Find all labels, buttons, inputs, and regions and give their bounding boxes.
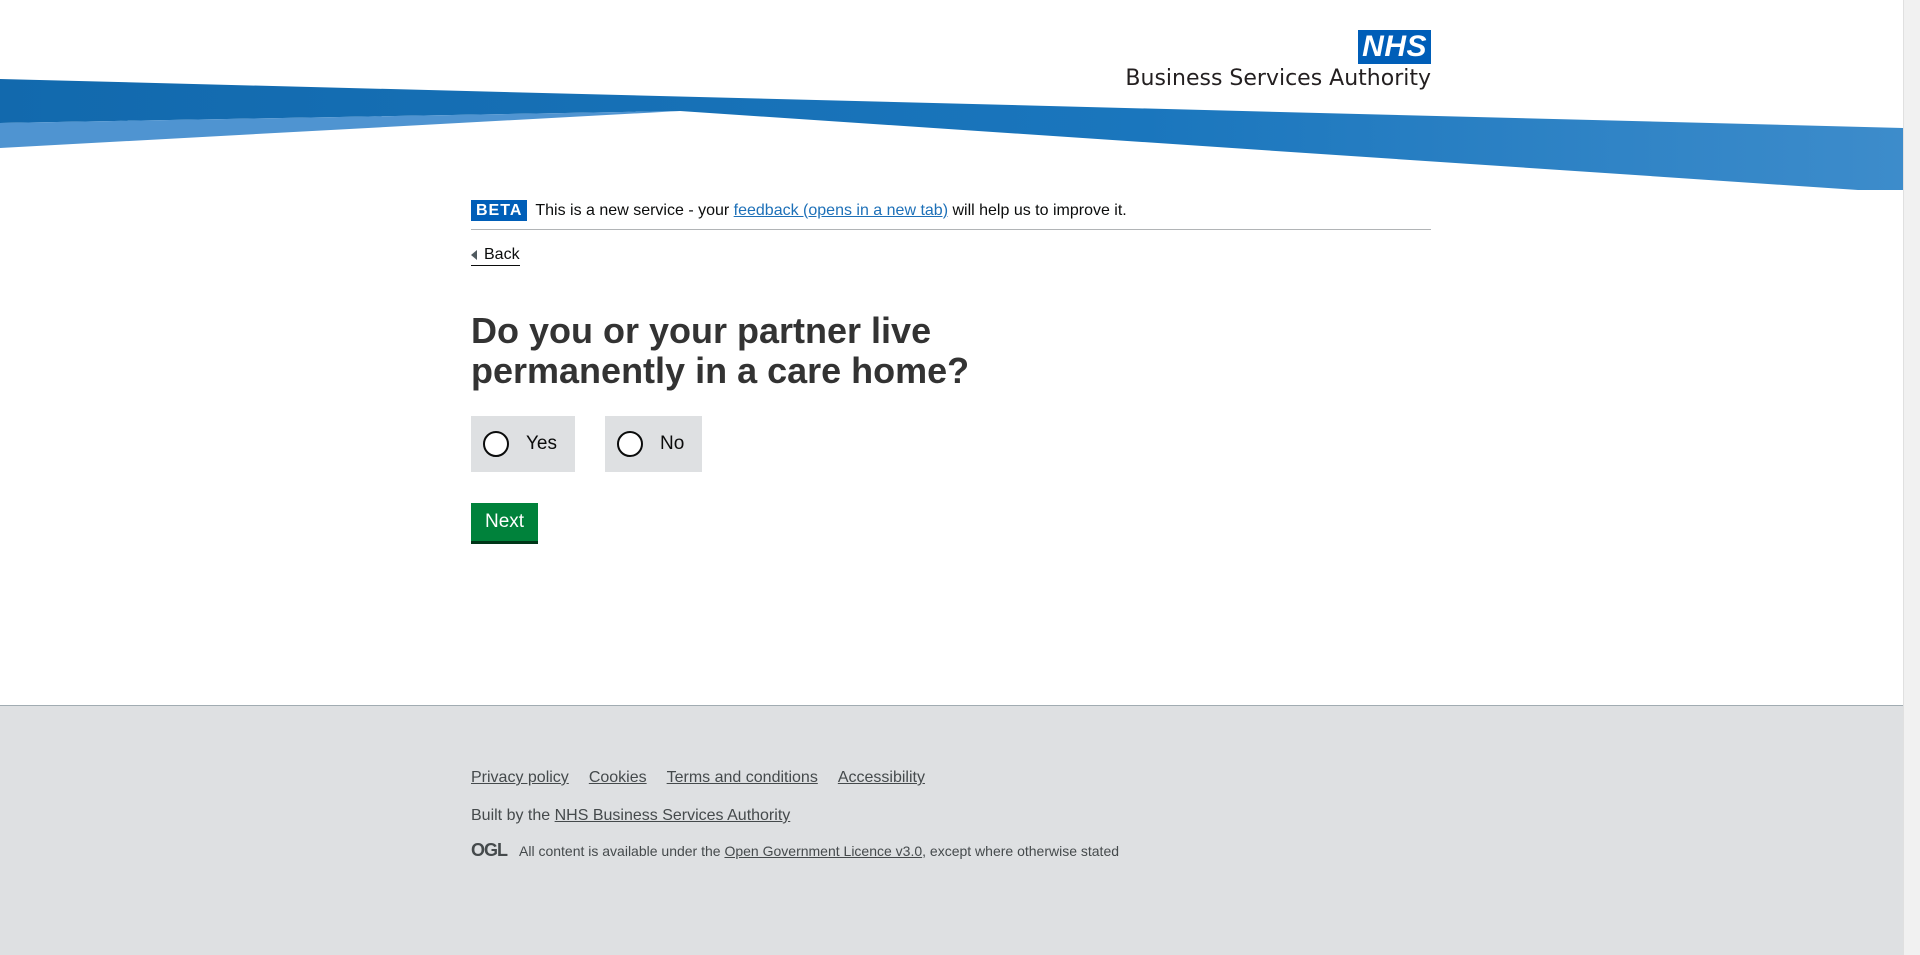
radio-group: Yes No xyxy=(471,416,1431,472)
radio-no[interactable]: No xyxy=(605,416,703,472)
ogl-licence-link[interactable]: Open Government Licence v3.0 xyxy=(724,843,922,859)
radio-label-yes: Yes xyxy=(526,433,557,454)
page-scrollbar[interactable] xyxy=(1903,0,1920,955)
site-header: NHS Business Services Authority xyxy=(0,0,1903,190)
footer-link-accessibility[interactable]: Accessibility xyxy=(838,769,925,787)
radio-button-yes[interactable] xyxy=(483,431,509,457)
main-content: BETA This is a new service - your feedba… xyxy=(471,190,1431,541)
page-title: Do you or your partner live permanently … xyxy=(471,310,970,391)
nhsbsa-link[interactable]: NHS Business Services Authority xyxy=(555,807,791,824)
header-decorative-band xyxy=(0,79,1903,190)
beta-tag: BETA xyxy=(471,200,528,221)
radio-yes[interactable]: Yes xyxy=(471,416,575,472)
footer-link-privacy[interactable]: Privacy policy xyxy=(471,769,569,787)
nhs-logo-icon: NHS xyxy=(1358,30,1431,64)
radio-label-no: No xyxy=(660,433,685,454)
radio-button-no[interactable] xyxy=(617,431,643,457)
page: NHS Business Services Authority BETA Thi… xyxy=(0,0,1903,955)
phase-banner: BETA This is a new service - your feedba… xyxy=(471,190,1431,230)
footer-link-terms[interactable]: Terms and conditions xyxy=(667,769,818,787)
licence-suffix: , except where otherwise stated xyxy=(922,842,1120,859)
site-footer: Privacy policy Cookies Terms and conditi… xyxy=(0,705,1903,955)
back-link[interactable]: Back xyxy=(471,245,520,266)
licence-prefix: All content is available under the xyxy=(519,842,725,859)
feedback-link[interactable]: feedback (opens in a new tab) xyxy=(734,202,948,219)
footer-link-cookies[interactable]: Cookies xyxy=(589,769,647,787)
org-name: Business Services Authority xyxy=(1125,66,1431,91)
back-arrow-icon xyxy=(471,250,477,260)
phase-text-after: will help us to improve it. xyxy=(948,201,1127,219)
licence-text: All content is available under the Open … xyxy=(519,843,1119,859)
licence: OGL All content is available under the O… xyxy=(471,840,1119,861)
next-button[interactable]: Next xyxy=(471,503,539,541)
built-by-prefix: Built by the xyxy=(471,807,555,824)
built-by: Built by the NHS Business Services Autho… xyxy=(471,807,1119,825)
footer-links: Privacy policy Cookies Terms and conditi… xyxy=(471,769,1119,787)
phase-banner-text: This is a new service - your feedback (o… xyxy=(535,201,1126,221)
back-link-label: Back xyxy=(484,246,520,263)
ogl-logo-icon: OGL xyxy=(471,840,508,860)
nhsbsa-logo[interactable]: NHS Business Services Authority xyxy=(1125,30,1431,92)
footer-content: Privacy policy Cookies Terms and conditi… xyxy=(471,769,1119,861)
phase-text-before: This is a new service - your xyxy=(535,201,734,219)
